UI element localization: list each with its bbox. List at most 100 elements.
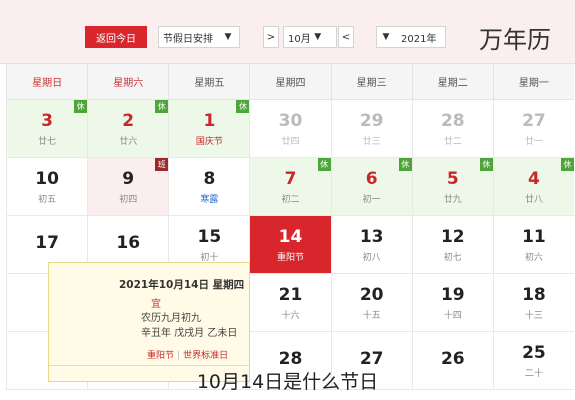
day-cell[interactable]: 30 廿四 [249,100,331,158]
rest-badge: 休 [74,100,88,113]
lunar-label: 十三 [524,310,543,321]
month-value: 10月 [288,33,311,45]
day-cell[interactable]: 4 廿八 休 [492,158,574,216]
day-number: 29 [359,110,384,131]
popup-ganzhi-month: 戊戌月 [174,328,205,339]
year-select[interactable]: ▼ 2021年 [376,26,446,48]
day-number: 15 [197,226,222,247]
day-number: 9 [122,168,135,189]
day-number: 17 [35,233,59,253]
rest-badge: 休 [317,158,331,171]
popup-world-day-tag: 世界标准日 [183,351,229,361]
lunar-label: 初八 [362,252,381,263]
rest-badge: 休 [479,158,493,171]
day-number: 5 [446,168,459,189]
day-number: 26 [440,349,465,369]
day-number: 2 [122,110,135,131]
day-cell[interactable]: 2 廿六 休 [87,100,169,158]
day-number: 12 [440,226,465,247]
weekday-header: 星期四 [249,64,331,100]
back-to-today-button[interactable]: 返回今日 [85,26,147,48]
chevron-left-icon: < [341,31,351,43]
lunar-label: 初一 [362,194,381,205]
next-month-button[interactable]: > [263,26,279,48]
chevron-down-icon: ▼ [224,32,232,42]
year-value: 2021年 [401,33,437,45]
day-number: 4 [528,168,540,189]
caption: 10月14日是什么节日 [196,371,379,393]
day-number: 27 [522,110,546,131]
day-cell[interactable]: 21 十六 [249,274,331,332]
day-number: 13 [359,226,384,247]
day-cell[interactable]: 7 初二 休 [249,158,331,216]
rest-badge: 休 [236,100,250,113]
lunar-label: 廿六 [119,136,138,147]
rest-badge: 休 [398,158,412,171]
popup-ganzhi-day: 乙未日 [207,328,238,339]
lunar-label: 初七 [443,252,462,263]
lunar-label: 初十 [200,252,219,263]
day-number: 30 [278,110,303,131]
day-number: 28 [278,349,303,369]
day-cell[interactable]: 27 廿一 [492,100,574,158]
day-number: 19 [440,284,465,305]
day-number: 27 [359,349,384,369]
chevron-down-icon: ▼ [314,32,322,42]
lunar-label: 初五 [38,194,57,205]
day-cell[interactable]: 13 初八 [330,216,412,274]
app-title: 万年历 [479,26,551,54]
holiday-select[interactable]: 节假日安排 ▼ [158,26,240,48]
day-number: 1 [203,110,216,131]
day-cell[interactable]: 12 初七 [411,216,493,274]
weekday-header: 星期二 [411,64,493,100]
day-cell[interactable]: 19 十四 [411,274,493,332]
day-number: 8 [203,168,216,189]
day-cell[interactable]: 5 廿九 休 [411,158,493,216]
day-cell-today[interactable]: 14 重阳节 [249,216,331,274]
chevron-right-icon: > [266,31,276,43]
lunar-label: 廿二 [443,136,462,147]
lunar-label: 初六 [524,252,543,263]
day-cell[interactable]: 20 十五 [330,274,412,332]
chevron-down-icon: ▼ [382,32,390,42]
lunar-label: 十四 [443,310,462,321]
popup-festival-tag: 重阳节 [147,351,175,361]
day-cell[interactable]: 18 十三 [492,274,574,332]
popup-date: 2021年10月14日 星期四 [119,279,245,291]
month-select[interactable]: 10月 ▼ [283,26,337,48]
popup-ganzhi: 辛丑年 戊戌月 乙未日 [141,324,237,339]
day-number: 21 [278,284,303,305]
lunar-label: 重阳节 [277,252,305,263]
day-number: 18 [522,284,546,305]
lunar-label: 廿三 [362,136,381,147]
day-cell[interactable]: 8 寒露 [168,158,250,216]
rest-badge: 休 [155,100,169,113]
lunar-label: 廿八 [524,194,543,205]
day-number: 20 [359,284,384,305]
day-number: 28 [440,110,465,131]
lunar-label: 寒露 [200,194,219,205]
day-cell[interactable]: 6 初一 休 [330,158,412,216]
day-cell[interactable]: 29 廿三 [330,100,412,158]
popup-lunar-date: 农历九月初九 [141,313,201,324]
weekday-header: 星期三 [330,64,412,100]
weekday-header: 星期一 [492,64,574,100]
day-number: 25 [522,342,546,363]
day-cell[interactable]: 28 廿二 [411,100,493,158]
popup-tags: 重阳节 | 世界标准日 [147,348,228,361]
day-number: 6 [365,168,378,189]
lunar-label: 初四 [119,194,138,205]
lunar-label: 初二 [281,194,300,205]
day-cell[interactable]: 10 初五 [6,158,88,216]
weekday-header: 星期五 [168,64,250,100]
day-cell[interactable]: 9 初四 班 [87,158,169,216]
day-cell[interactable]: 1 国庆节 休 [168,100,250,158]
day-cell[interactable]: 11 初六 [492,216,574,274]
prev-month-button[interactable]: < [338,26,354,48]
day-cell[interactable]: 3 廿七 休 [6,100,88,158]
lunar-label: 廿九 [443,194,462,205]
day-number: 7 [284,168,297,189]
day-number: 3 [41,110,53,131]
weekday-header: 星期日 [6,64,88,100]
day-number: 11 [522,226,546,247]
